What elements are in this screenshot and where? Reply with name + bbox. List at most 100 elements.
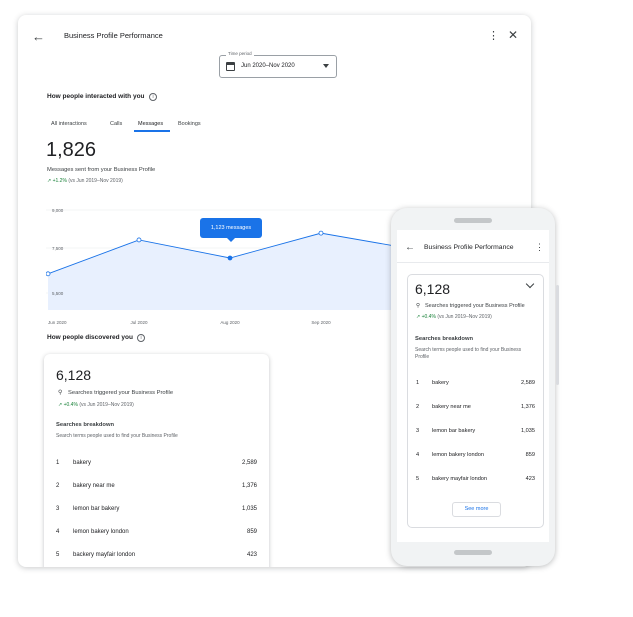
tab-all-interactions[interactable]: All interactions <box>51 121 87 127</box>
time-period-label: Time period <box>226 51 254 56</box>
search-count: 859 <box>246 529 257 535</box>
list-item: 4 lemon bakery london 859 <box>416 452 535 462</box>
list-item: 3 lemon bar bakery 1,035 <box>56 506 257 518</box>
search-term: backery mayfair london <box>73 552 136 558</box>
search-term: lemon bar bakery <box>432 428 476 434</box>
messages-trend-period: (vs Jun 2019–Nov 2019) <box>68 178 123 184</box>
x-tick-label: Jun 2020 <box>48 320 67 325</box>
rank: 3 <box>56 506 60 512</box>
divider <box>397 262 549 263</box>
messages-subtitle: Messages sent from your Business Profile <box>47 167 156 173</box>
phone-breakdown-subtitle: Search terms people used to find your Bu… <box>415 347 522 360</box>
rank: 3 <box>416 428 420 434</box>
searches-total: 6,128 <box>56 367 92 383</box>
data-point <box>318 230 324 236</box>
time-period-select[interactable]: Time period Jun 2020–Nov 2020 <box>219 51 337 78</box>
list-item: 2 bakery near me 1,376 <box>416 404 535 414</box>
search-count: 2,589 <box>241 460 257 466</box>
search-term: bakery near me <box>432 404 471 410</box>
messages-trend: ↗ +1.2% (vs Jun 2019–Nov 2019) <box>47 178 123 184</box>
search-count: 423 <box>525 476 535 482</box>
data-point <box>136 237 142 243</box>
list-item: 4 lemon bakery london 859 <box>56 529 257 541</box>
y-tick-label: 9,000 <box>52 208 64 213</box>
close-icon[interactable]: ✕ <box>508 28 518 42</box>
search-term: lemon bar bakery <box>73 506 120 512</box>
list-item: 5 backery mayfair london 423 <box>56 552 257 564</box>
search-count: 1,035 <box>241 506 257 512</box>
rank: 5 <box>56 552 60 558</box>
search-term: bakery mayfair london <box>432 476 488 482</box>
rank: 4 <box>416 452 420 458</box>
search-term: lemon bakery london <box>73 529 129 535</box>
chart-tooltip: 1,123 messages <box>200 218 262 242</box>
x-tick-label: Jul 2020 <box>130 320 148 325</box>
see-more-button[interactable]: See more <box>452 502 501 517</box>
phone-searches-trend: ↗ +0.4% (vs Jun 2019–Nov 2019) <box>416 314 492 320</box>
dialog-title: Business Profile Performance <box>64 31 163 40</box>
arrow-back-icon[interactable]: ← <box>405 242 415 253</box>
messages-trend-value: +1.2% <box>52 178 67 184</box>
tab-calls[interactable]: Calls <box>110 121 122 127</box>
rank: 2 <box>56 483 60 489</box>
list-item: 3 lemon bar bakery 1,035 <box>416 428 535 438</box>
y-tick-label: 5,500 <box>52 291 64 296</box>
search-count: 1,376 <box>521 404 535 410</box>
search-count: 1,376 <box>241 483 257 489</box>
list-item: 1 bakery 2,589 <box>416 380 535 390</box>
rank: 5 <box>416 476 420 482</box>
phone-searches-card: 6,128 ⚲ Searches triggered your Business… <box>407 274 544 528</box>
rank: 1 <box>56 460 60 466</box>
x-tick-label: Aug 2020 <box>220 320 240 325</box>
info-icon[interactable]: i <box>149 93 157 101</box>
trending-up-icon: ↗ <box>416 314 421 320</box>
x-tick-label: Sep 2020 <box>311 320 331 325</box>
rank: 1 <box>416 380 420 386</box>
search-count: 1,035 <box>521 428 535 434</box>
rank: 4 <box>56 529 60 535</box>
list-item: 5 bakery mayfair london 423 <box>416 476 535 486</box>
messages-total: 1,826 <box>46 139 97 161</box>
rank: 2 <box>416 404 420 410</box>
dropdown-arrow-icon <box>323 64 329 68</box>
arrow-back-icon[interactable]: ← <box>32 29 48 45</box>
area-fill <box>48 233 412 310</box>
search-count: 859 <box>525 452 535 458</box>
interactions-heading: How people interacted with you <box>47 93 145 100</box>
more-vert-icon[interactable]: ⋮ <box>488 29 499 43</box>
phone-screen: ← Business Profile Performance ⋮ 6,128 ⚲… <box>397 230 549 542</box>
search-icon: ⚲ <box>416 303 421 309</box>
phone-mockup: ← Business Profile Performance ⋮ 6,128 ⚲… <box>391 208 555 566</box>
search-count: 2,589 <box>521 380 535 386</box>
searches-trend-period: (vs Jun 2019–Nov 2019) <box>79 402 134 408</box>
info-icon[interactable]: i <box>137 334 145 342</box>
tab-bookings[interactable]: Bookings <box>178 121 201 127</box>
discovered-card: 6,128 ⚲ Searches triggered your Business… <box>44 354 269 567</box>
phone-breakdown-title: Searches breakdown <box>415 336 473 342</box>
searches-trend: ↗ +0.4% (vs Jun 2019–Nov 2019) <box>58 402 134 408</box>
search-term: bakery <box>73 460 92 466</box>
search-term: bakery near me <box>73 483 115 489</box>
data-point <box>45 271 51 277</box>
active-tab-indicator <box>134 130 170 132</box>
breakdown-subtitle: Search terms people used to find your Bu… <box>56 433 178 439</box>
phone-trend-period: (vs Jun 2019–Nov 2019) <box>437 314 492 320</box>
calendar-icon <box>226 62 235 71</box>
discovered-heading: How people discovered you <box>47 334 133 341</box>
list-item: 1 bakery 2,589 <box>56 460 257 472</box>
tab-messages[interactable]: Messages <box>138 121 163 127</box>
search-term: bakery <box>432 380 449 386</box>
phone-searches-subtitle: Searches triggered your Business Profile <box>425 303 525 309</box>
search-count: 423 <box>246 552 257 558</box>
searches-subtitle: Searches triggered your Business Profile <box>68 390 174 396</box>
list-item: 2 bakery near me 1,376 <box>56 483 257 495</box>
chevron-down-icon[interactable] <box>525 279 535 289</box>
search-icon: ⚲ <box>58 390 63 396</box>
more-vert-icon[interactable]: ⋮ <box>535 242 544 253</box>
time-period-value: Jun 2020–Nov 2020 <box>241 63 295 69</box>
breakdown-title: Searches breakdown <box>56 422 114 428</box>
trending-up-icon: ↗ <box>58 402 63 408</box>
scrollbar[interactable] <box>556 285 559 385</box>
phone-home-bar <box>454 550 492 555</box>
trending-up-icon: ↗ <box>47 178 52 184</box>
